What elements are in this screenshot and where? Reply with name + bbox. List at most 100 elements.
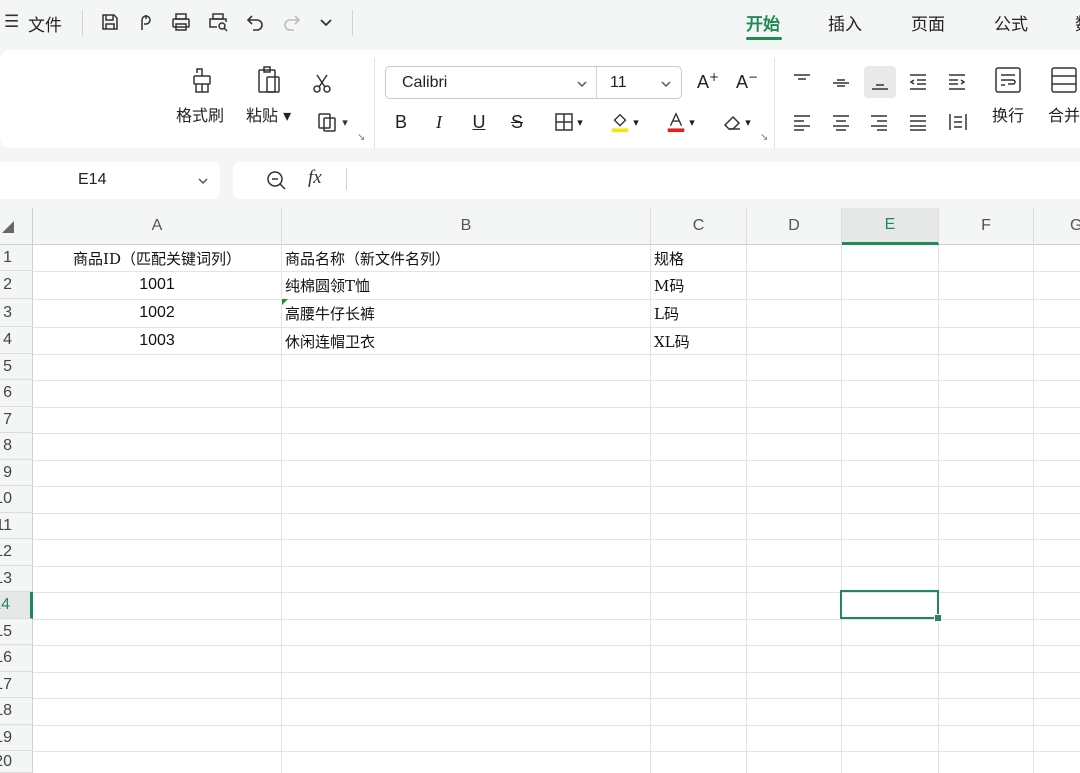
fill-handle[interactable] — [934, 614, 942, 622]
paste-button[interactable]: 粘贴 ▾ — [246, 64, 291, 126]
export-pdf-icon[interactable] — [133, 9, 159, 35]
increase-indent-icon[interactable] — [945, 68, 969, 96]
row-header-8[interactable]: 8 — [0, 433, 33, 460]
print-icon[interactable] — [168, 9, 194, 35]
align-left-icon[interactable] — [790, 108, 814, 136]
gridline — [650, 245, 651, 773]
column-header-b[interactable]: B — [282, 208, 651, 245]
row-header-20[interactable]: 20 — [0, 751, 33, 773]
row-header-11[interactable]: 11 — [0, 513, 33, 539]
underline-button[interactable]: U — [467, 108, 491, 136]
title-bar: ☰ 文件 开始 插入 页面 公式 数 — [0, 0, 1080, 46]
row-header-2[interactable]: 2 — [0, 271, 33, 299]
decrease-font-size-button[interactable]: A − — [733, 68, 761, 96]
align-middle-icon[interactable] — [829, 68, 853, 96]
formula-bar: E14 fx — [0, 152, 1080, 208]
cell-b4[interactable]: 休闲连帽卫衣 — [285, 328, 650, 354]
zoom-formula-icon[interactable] — [264, 168, 288, 192]
font-color-button[interactable]: ▾ — [658, 106, 702, 138]
strikethrough-button[interactable]: S — [505, 108, 529, 136]
print-preview-icon[interactable] — [205, 9, 231, 35]
dialog-launcher-icon[interactable]: ↘ — [760, 132, 768, 143]
chevron-down-icon: ▾ — [577, 115, 583, 129]
selected-cell-e14[interactable] — [840, 590, 939, 619]
cell-a2[interactable]: 1001 — [33, 272, 281, 298]
row-header-5[interactable]: 5 — [0, 354, 33, 380]
distributed-align-icon[interactable] — [945, 108, 971, 136]
cut-icon[interactable] — [307, 68, 337, 98]
align-center-icon[interactable] — [829, 108, 853, 136]
row-header-16[interactable]: 16 — [0, 645, 33, 672]
formula-input-box[interactable] — [233, 162, 1080, 199]
chevron-down-icon[interactable] — [576, 78, 588, 90]
align-top-icon[interactable] — [790, 68, 814, 96]
row-header-15[interactable]: 15 — [0, 619, 33, 645]
clear-format-button[interactable]: ▾ — [714, 108, 758, 136]
undo-icon[interactable] — [242, 9, 268, 35]
copy-button[interactable]: ▾ — [308, 107, 356, 137]
merge-button[interactable]: 合并 — [1048, 64, 1080, 126]
row-header-10[interactable]: 10 — [0, 486, 33, 513]
redo-icon[interactable] — [279, 9, 305, 35]
column-header-d[interactable]: D — [747, 208, 842, 245]
tab-home[interactable]: 开始 — [746, 10, 780, 35]
tab-insert[interactable]: 插入 — [828, 10, 862, 35]
menu-icon[interactable]: ☰ — [4, 12, 19, 32]
file-menu[interactable]: 文件 — [28, 11, 62, 36]
select-all-corner[interactable] — [0, 208, 33, 245]
increase-font-size-button[interactable]: A + — [694, 68, 722, 96]
borders-button[interactable]: ▾ — [546, 108, 590, 136]
row-header-12[interactable]: 12 — [0, 539, 33, 566]
row-header-1[interactable]: 1 — [0, 245, 33, 271]
column-header-c[interactable]: C — [651, 208, 747, 245]
column-header-f[interactable]: F — [939, 208, 1034, 245]
bold-button[interactable]: B — [389, 108, 413, 136]
column-header-e[interactable]: E — [842, 208, 939, 245]
row-header-9[interactable]: 9 — [0, 460, 33, 486]
dialog-launcher-icon[interactable]: ↘ — [357, 132, 365, 143]
justify-icon[interactable] — [906, 108, 930, 136]
cell-a3[interactable]: 1002 — [33, 300, 281, 326]
cell-c4[interactable]: XL码 — [654, 328, 746, 354]
row-header-6[interactable]: 6 — [0, 380, 33, 407]
save-icon[interactable] — [97, 9, 123, 35]
row-header-4[interactable]: 4 — [0, 327, 33, 354]
chevron-down-icon[interactable] — [660, 78, 672, 90]
cell-b1[interactable]: 商品名称（新文件名列） — [285, 245, 650, 271]
cell-c1[interactable]: 规格 — [654, 245, 746, 271]
row-header-13[interactable]: 13 — [0, 566, 33, 592]
tab-formula[interactable]: 公式 — [994, 10, 1028, 35]
row-header-14[interactable]: 14 — [0, 592, 33, 619]
gridline — [33, 433, 1080, 434]
cell-c2[interactable]: M码 — [654, 272, 746, 298]
column-header-g[interactable]: G — [1034, 208, 1080, 245]
chevron-down-icon[interactable] — [197, 175, 209, 187]
tab-page[interactable]: 页面 — [911, 10, 945, 35]
cell-b2[interactable]: 纯棉圆领T恤 — [285, 272, 650, 298]
italic-button[interactable]: I — [427, 108, 451, 136]
tab-data[interactable]: 数 — [1075, 10, 1080, 35]
cell-b3[interactable]: 高腰牛仔长裤 — [285, 300, 650, 326]
align-right-icon[interactable] — [867, 108, 891, 136]
chevron-down-icon[interactable] — [313, 9, 339, 35]
cell-a4[interactable]: 1003 — [33, 328, 281, 354]
row-header-19[interactable]: 19 — [0, 725, 33, 751]
decrease-indent-icon[interactable] — [906, 68, 930, 96]
font-size-select[interactable]: 11 — [610, 74, 627, 92]
row-header-7[interactable]: 7 — [0, 407, 33, 433]
insert-function-icon[interactable]: fx — [308, 167, 322, 189]
align-bottom-icon[interactable] — [864, 66, 896, 98]
column-header-a[interactable]: A — [33, 208, 282, 245]
fill-color-button[interactable]: ▾ — [602, 106, 646, 138]
cell-c3[interactable]: L码 — [654, 300, 746, 326]
row-header-18[interactable]: 18 — [0, 698, 33, 725]
cell-a1[interactable]: 商品ID（匹配关键词列） — [33, 245, 281, 271]
name-box[interactable]: E14 — [0, 162, 220, 199]
ribbon-panel: 格式刷 粘贴 ▾ ▾ ↘ Calibri 11 A + A − B I U S … — [0, 50, 1080, 148]
format-painter-button[interactable]: 格式刷 — [176, 64, 224, 126]
wrap-text-button[interactable]: 换行 — [992, 64, 1024, 126]
font-name-select[interactable]: Calibri — [402, 74, 447, 92]
row-header-3[interactable]: 3 — [0, 299, 33, 327]
row-header-17[interactable]: 17 — [0, 672, 33, 698]
gridline — [33, 513, 1080, 514]
